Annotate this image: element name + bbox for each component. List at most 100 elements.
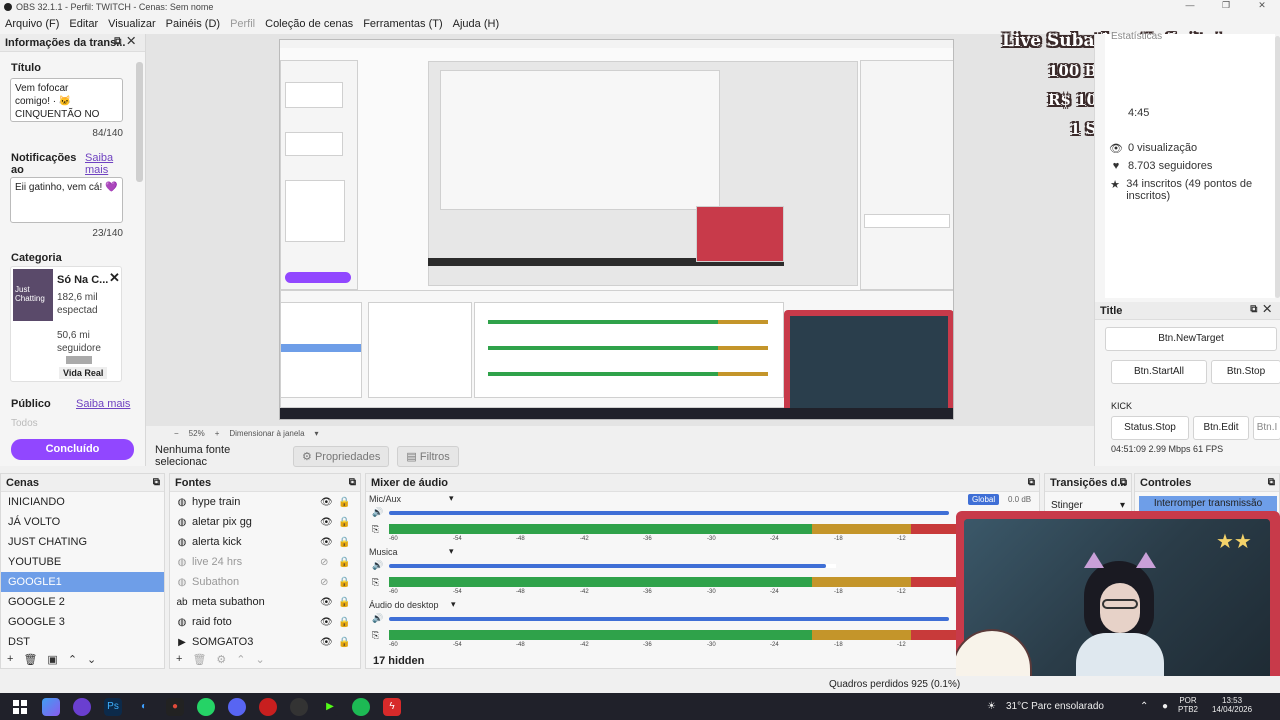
copilot-icon[interactable] — [42, 697, 60, 716]
chevron-down-icon[interactable]: ▾ — [315, 429, 319, 438]
record-app-icon[interactable] — [259, 697, 277, 716]
source-item[interactable]: ▶ SOMGATO3 👁 🔒 — [170, 632, 360, 652]
menu-docks[interactable]: Painéis (D) — [161, 18, 225, 30]
eye-hidden-icon[interactable]: ⊘ — [320, 577, 328, 588]
menu-edit[interactable]: Editar — [64, 18, 103, 30]
eye-icon[interactable]: 👁 — [320, 597, 333, 608]
filters-button[interactable]: ▤ Filtros — [397, 445, 459, 467]
photoshop-icon[interactable]: Ps — [104, 697, 122, 716]
category-remove-icon[interactable]: ✕ — [109, 270, 120, 286]
language-indicator[interactable]: POR PTB2 — [1178, 696, 1198, 714]
chrome-icon[interactable]: ● — [166, 697, 184, 716]
eye-hidden-icon[interactable]: ⊘ — [320, 557, 328, 568]
program-preview[interactable] — [279, 39, 954, 420]
scene-filter-icon[interactable]: ▣ — [47, 653, 57, 666]
stop-stream-button[interactable]: Interromper transmissão — [1139, 496, 1277, 512]
bolt-app-icon[interactable]: ϟ — [383, 697, 401, 716]
audience-select[interactable]: Todos — [11, 418, 123, 429]
monitor-icon[interactable]: ⎘ — [372, 577, 379, 588]
channel-menu-icon[interactable]: ▾ — [451, 599, 456, 610]
eye-icon[interactable]: 👁 — [320, 637, 333, 648]
weather-text[interactable]: 31°C Parc ensolarado — [1006, 701, 1104, 712]
status-stop-button[interactable]: Status.Stop — [1111, 416, 1189, 440]
source-item[interactable]: ◍ hype train 👁 🔒 — [170, 492, 360, 512]
scene-item[interactable]: DST — [1, 632, 164, 652]
minimize-button[interactable]: — — [1172, 0, 1208, 14]
menu-help[interactable]: Ajuda (H) — [448, 18, 504, 30]
whatsapp-icon[interactable] — [197, 697, 215, 716]
scene-item[interactable]: JUST CHATING — [1, 532, 164, 552]
edge-icon[interactable]: ◐ — [135, 697, 153, 716]
speaker-icon[interactable]: 🔊 — [372, 613, 383, 624]
menu-tools[interactable]: Ferramentas (T) — [358, 18, 447, 30]
move-up-icon[interactable]: ⌃ — [68, 653, 77, 666]
clock[interactable]: 13:53 14/04/2026 — [1212, 696, 1252, 714]
dock-undock-icon[interactable]: ⧉ — [1268, 477, 1275, 488]
notif-textarea[interactable]: Eii gatinho, vem cá! 💜 — [10, 177, 123, 223]
extra-button[interactable]: Btn.I — [1253, 416, 1280, 440]
zoom-out-icon[interactable]: − — [174, 429, 179, 438]
maximize-button[interactable]: ❐ — [1208, 0, 1244, 14]
add-scene-icon[interactable]: + — [7, 653, 13, 666]
monitor-icon[interactable]: ⎘ — [372, 524, 379, 535]
volume-slider[interactable] — [389, 564, 826, 568]
done-button[interactable]: Concluído — [11, 439, 134, 460]
obs-icon[interactable] — [290, 697, 308, 716]
menu-view[interactable]: Visualizar — [103, 18, 161, 30]
move-up-icon[interactable]: ⌃ — [236, 653, 245, 666]
audience-learn-more-link[interactable]: Saiba mais — [76, 398, 130, 410]
channel-menu-icon[interactable]: ▾ — [449, 493, 454, 504]
menu-profile[interactable]: Perfil — [225, 18, 260, 30]
lock-icon[interactable]: 🔒 — [338, 637, 350, 648]
dock-undock-icon[interactable]: ⧉ — [153, 477, 160, 488]
scale-mode-select[interactable]: Dimensionar à janela — [229, 429, 304, 438]
source-props-icon[interactable]: ⚙ — [216, 653, 226, 666]
scene-item[interactable]: JÁ VOLTO — [1, 512, 164, 532]
properties-button[interactable]: ⚙ Propriedades — [293, 445, 390, 467]
notif-learn-more-link[interactable]: Saiba mais — [85, 152, 113, 176]
source-item[interactable]: ◍ live 24 hrs ⊘ 🔒 — [170, 552, 360, 572]
source-item[interactable]: ◍ Subathon ⊘ 🔒 — [170, 572, 360, 592]
edit-button[interactable]: Btn.Edit — [1193, 416, 1249, 440]
lock-icon[interactable]: 🔒 — [338, 617, 350, 628]
lock-icon[interactable]: 🔒 — [338, 557, 350, 568]
dock-undock-icon[interactable]: ⧉ — [1120, 477, 1127, 488]
dock-controls[interactable]: ⧉✕ — [1250, 304, 1277, 315]
global-badge[interactable]: Global — [968, 494, 1000, 505]
remove-scene-icon[interactable]: 🗑 — [23, 653, 37, 666]
lock-icon[interactable]: 🔒 — [338, 517, 350, 528]
dock-controls[interactable]: ⧉✕ — [114, 36, 141, 47]
scene-item[interactable]: INICIANDO — [1, 492, 164, 512]
speaker-icon[interactable]: 🔊 — [372, 560, 383, 571]
spotify-icon[interactable] — [352, 697, 370, 716]
left-dock-scrollbar[interactable] — [136, 62, 143, 182]
microphone-icon[interactable]: ● — [1162, 701, 1168, 712]
tray-chevron-icon[interactable]: ⌃ — [1140, 701, 1148, 712]
scene-item[interactable]: GOOGLE 2 — [1, 592, 164, 612]
lock-icon[interactable]: 🔒 — [338, 537, 350, 548]
lock-icon[interactable]: 🔒 — [338, 597, 350, 608]
volume-slider[interactable] — [389, 511, 949, 515]
volume-slider-knob[interactable] — [826, 564, 836, 568]
monitor-icon[interactable]: ⎘ — [372, 630, 379, 641]
windows-start-icon[interactable] — [11, 698, 29, 716]
stats-scrollbar[interactable] — [1275, 36, 1280, 298]
scene-item[interactable]: GOOGLE1 — [1, 572, 164, 592]
add-source-icon[interactable]: + — [176, 653, 182, 666]
start-all-button[interactable]: Btn.StartAll — [1111, 360, 1207, 384]
stop-button[interactable]: Btn.Stop — [1211, 360, 1280, 384]
source-item[interactable]: ◍ aletar pix gg 👁 🔒 — [170, 512, 360, 532]
transition-select[interactable]: Stinger ▾ — [1051, 500, 1127, 511]
weather-icon[interactable]: ☀ — [987, 701, 996, 712]
menu-file[interactable]: Arquivo (F) — [0, 18, 64, 30]
app-circle-icon[interactable] — [73, 697, 91, 716]
move-down-icon[interactable]: ⌄ — [87, 653, 96, 666]
eye-icon[interactable]: 👁 — [320, 517, 333, 528]
dock-undock-icon[interactable]: ⧉ — [1028, 477, 1035, 488]
eye-icon[interactable]: 👁 — [320, 537, 333, 548]
title-textarea[interactable]: Vem fofocar comigo! · 🐱 CINQUENTÃO NO — [10, 78, 123, 122]
channel-menu-icon[interactable]: ▾ — [449, 546, 454, 557]
source-item[interactable]: ◍ raid foto 👁 🔒 — [170, 612, 360, 632]
source-item[interactable]: ◍ alerta kick 👁 🔒 — [170, 532, 360, 552]
dock-undock-icon[interactable]: ⧉ — [349, 477, 356, 488]
